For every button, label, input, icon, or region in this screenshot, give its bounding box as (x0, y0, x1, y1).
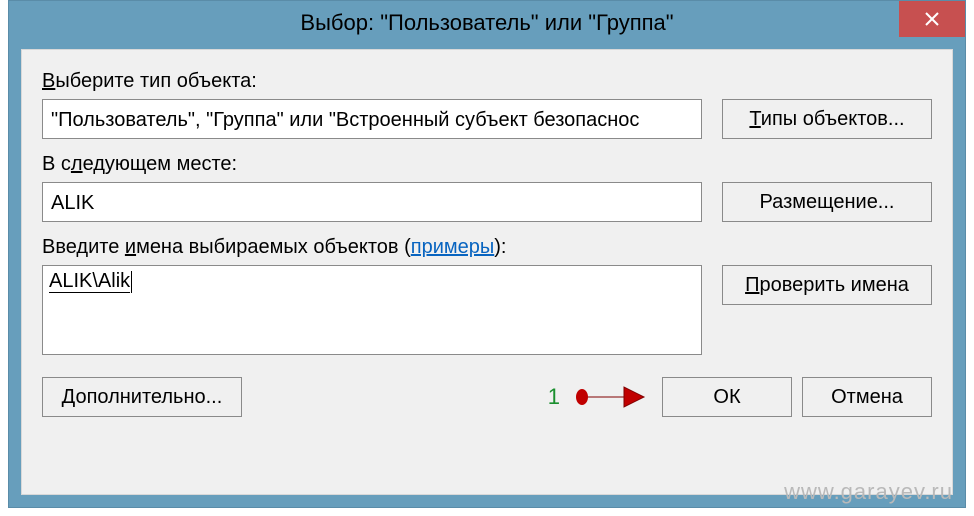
window-title: Выбор: "Пользователь" или "Группа" (300, 1, 673, 45)
annotation-number: 1 (548, 384, 560, 410)
examples-link[interactable]: примеры (411, 236, 495, 258)
annotation-arrow-icon (576, 383, 646, 411)
object-names-input[interactable]: ALIK\Alik (42, 265, 702, 355)
advanced-button[interactable]: Дополнительно... (42, 377, 242, 417)
location-field: ALIK (42, 182, 702, 222)
locations-button[interactable]: Размещение... (722, 182, 932, 222)
names-label: Введите имена выбираемых объектов (приме… (42, 236, 932, 259)
object-type-field: "Пользователь", "Группа" или "Встроенный… (42, 99, 702, 139)
location-label: В следующем месте: (42, 153, 932, 176)
titlebar: Выбор: "Пользователь" или "Группа" (9, 1, 965, 45)
object-type-label: Выберите тип объекта: (42, 70, 932, 93)
text-caret (131, 271, 132, 293)
dialog-client-area: Выберите тип объекта: "Пользователь", "Г… (21, 49, 953, 495)
check-names-button[interactable]: Проверить имена (722, 265, 932, 305)
cancel-button[interactable]: Отмена (802, 377, 932, 417)
ok-button[interactable]: ОК (662, 377, 792, 417)
close-button[interactable] (899, 1, 965, 37)
dialog-window: Выбор: "Пользователь" или "Группа" Выбер… (8, 0, 966, 508)
object-types-button[interactable]: Типы объектов... (722, 99, 932, 139)
close-icon (924, 11, 940, 27)
